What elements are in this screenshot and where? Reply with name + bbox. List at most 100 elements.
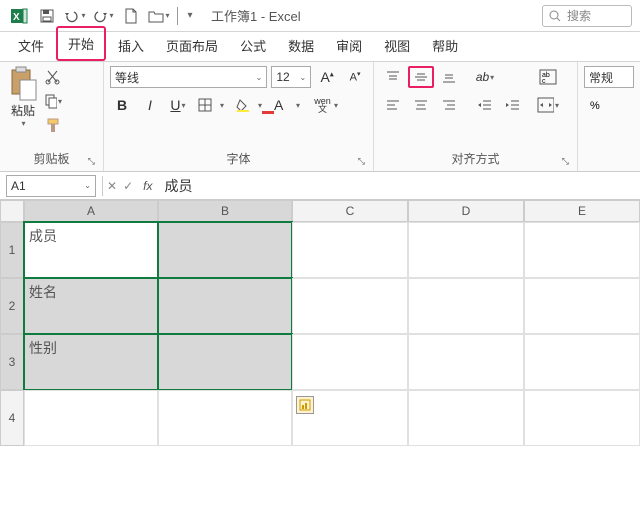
qat-customize-icon[interactable]: ▾ <box>183 3 197 29</box>
merge-center-icon[interactable]: ▾ <box>536 94 560 116</box>
new-file-icon[interactable] <box>118 3 144 29</box>
align-bottom-icon[interactable] <box>436 66 462 88</box>
col-header-A[interactable]: A <box>24 200 158 222</box>
cut-icon[interactable] <box>44 68 62 86</box>
group-clipboard-label: 剪贴板 <box>33 152 69 166</box>
increase-font-icon[interactable]: A▴ <box>315 66 339 88</box>
fill-color-button[interactable]: ▾ <box>232 94 266 116</box>
col-header-D[interactable]: D <box>408 200 524 222</box>
border-button[interactable]: ▾ <box>194 94 228 116</box>
cell-A3[interactable]: 性别 <box>24 334 158 390</box>
qat-separator <box>177 7 178 25</box>
font-launcher-icon[interactable]: ⤡ <box>358 156 365 167</box>
wrap-text-icon[interactable]: abc <box>536 66 560 88</box>
search-icon <box>549 10 561 22</box>
undo-icon[interactable]: ▾ <box>62 3 88 29</box>
align-top-icon[interactable] <box>380 66 406 88</box>
cancel-formula-icon[interactable]: ✕ <box>107 179 117 193</box>
tab-insert[interactable]: 插入 <box>108 30 154 61</box>
underline-button[interactable]: U▾ <box>166 94 190 116</box>
row-header-4[interactable]: 4 <box>0 390 24 446</box>
copy-icon[interactable]: ▾ <box>44 92 62 110</box>
col-header-E[interactable]: E <box>524 200 640 222</box>
search-input[interactable]: 搜索 <box>542 5 632 27</box>
cell-B4[interactable] <box>158 390 292 446</box>
group-number: 常规 % <box>578 62 640 171</box>
cell-A2[interactable]: 姓名 <box>24 278 158 334</box>
cell-C2[interactable] <box>292 278 408 334</box>
paste-button[interactable]: 粘贴 ▾ <box>6 66 40 128</box>
group-alignment: ab▾ abc ▾ 对齐方式 ⤡ <box>374 62 578 171</box>
save-icon[interactable] <box>34 3 60 29</box>
insert-function-icon[interactable]: fx <box>143 179 152 193</box>
svg-text:X: X <box>13 12 20 23</box>
name-box[interactable]: A1⌄ <box>6 175 96 197</box>
group-font: 等线⌄ 12⌄ A▴ A▾ B I U▾ ▾ ▾ A▾ wen 文▾ 字体 ⤡ <box>104 62 374 171</box>
number-format-select[interactable]: 常规 <box>584 66 634 88</box>
cell-D1[interactable] <box>408 222 524 278</box>
cell-B3[interactable] <box>158 334 292 390</box>
col-header-B[interactable]: B <box>158 200 292 222</box>
group-font-label: 字体 <box>226 152 250 166</box>
worksheet-grid[interactable]: A B C D E 1 成员 2 姓名 3 性别 4 <box>0 200 640 446</box>
tab-view[interactable]: 视图 <box>374 30 420 61</box>
orientation-icon[interactable]: ab▾ <box>472 66 498 88</box>
cell-A1[interactable]: 成员 <box>24 222 158 278</box>
group-clipboard: 粘贴 ▾ ▾ 剪贴板 ⤡ <box>0 62 104 171</box>
row-header-3[interactable]: 3 <box>0 334 24 390</box>
clipboard-launcher-icon[interactable]: ⤡ <box>88 156 95 167</box>
cell-D2[interactable] <box>408 278 524 334</box>
tab-review[interactable]: 审阅 <box>326 30 372 61</box>
cell-C1[interactable] <box>292 222 408 278</box>
cell-B1[interactable] <box>158 222 292 278</box>
tab-formulas[interactable]: 公式 <box>230 30 276 61</box>
cell-D3[interactable] <box>408 334 524 390</box>
font-color-button[interactable]: A▾ <box>270 94 304 116</box>
tab-help[interactable]: 帮助 <box>422 30 468 61</box>
formula-bar[interactable]: 成员 <box>156 176 640 196</box>
cell-E4[interactable] <box>524 390 640 446</box>
align-left-icon[interactable] <box>380 94 406 116</box>
excel-app-icon[interactable]: X <box>6 3 32 29</box>
enter-formula-icon[interactable]: ✓ <box>123 179 133 193</box>
cell-E3[interactable] <box>524 334 640 390</box>
cell-E2[interactable] <box>524 278 640 334</box>
tab-page-layout[interactable]: 页面布局 <box>156 30 228 61</box>
svg-text:c: c <box>542 78 546 85</box>
cell-E1[interactable] <box>524 222 640 278</box>
open-folder-icon[interactable]: ▾ <box>146 3 172 29</box>
group-alignment-label: 对齐方式 <box>451 152 499 166</box>
ribbon: 粘贴 ▾ ▾ 剪贴板 ⤡ 等线⌄ 12⌄ A▴ A▾ <box>0 62 640 172</box>
quick-analysis-icon[interactable] <box>296 396 314 414</box>
tab-home[interactable]: 开始 <box>56 26 106 61</box>
window-title: 工作簿1 - Excel <box>197 6 542 25</box>
font-size-select[interactable]: 12⌄ <box>271 66 311 88</box>
cell-D4[interactable] <box>408 390 524 446</box>
decrease-indent-icon[interactable] <box>472 94 498 116</box>
decrease-font-icon[interactable]: A▾ <box>343 66 367 88</box>
cell-B2[interactable] <box>158 278 292 334</box>
align-center-icon[interactable] <box>408 94 434 116</box>
cell-A4[interactable] <box>24 390 158 446</box>
font-name-select[interactable]: 等线⌄ <box>110 66 267 88</box>
tab-data[interactable]: 数据 <box>278 30 324 61</box>
increase-indent-icon[interactable] <box>500 94 526 116</box>
ribbon-tabs: 文件 开始 插入 页面布局 公式 数据 审阅 视图 帮助 <box>0 32 640 62</box>
bold-button[interactable]: B <box>110 94 134 116</box>
col-header-C[interactable]: C <box>292 200 408 222</box>
cell-C3[interactable] <box>292 334 408 390</box>
tab-file[interactable]: 文件 <box>8 30 54 61</box>
row-header-2[interactable]: 2 <box>0 278 24 334</box>
alignment-launcher-icon[interactable]: ⤡ <box>562 156 569 167</box>
redo-icon[interactable]: ▾ <box>90 3 116 29</box>
select-all-corner[interactable] <box>0 200 24 222</box>
row-header-1[interactable]: 1 <box>0 222 24 278</box>
svg-text:%: % <box>590 100 600 112</box>
format-painter-icon[interactable] <box>44 116 62 134</box>
italic-button[interactable]: I <box>138 94 162 116</box>
phonetic-guide-button[interactable]: wen 文▾ <box>308 94 342 116</box>
align-right-icon[interactable] <box>436 94 462 116</box>
quick-access-toolbar: X ▾ ▾ ▾ ▾ <box>0 3 197 29</box>
align-middle-icon[interactable] <box>408 66 434 88</box>
accounting-format-icon[interactable]: % <box>584 94 608 116</box>
